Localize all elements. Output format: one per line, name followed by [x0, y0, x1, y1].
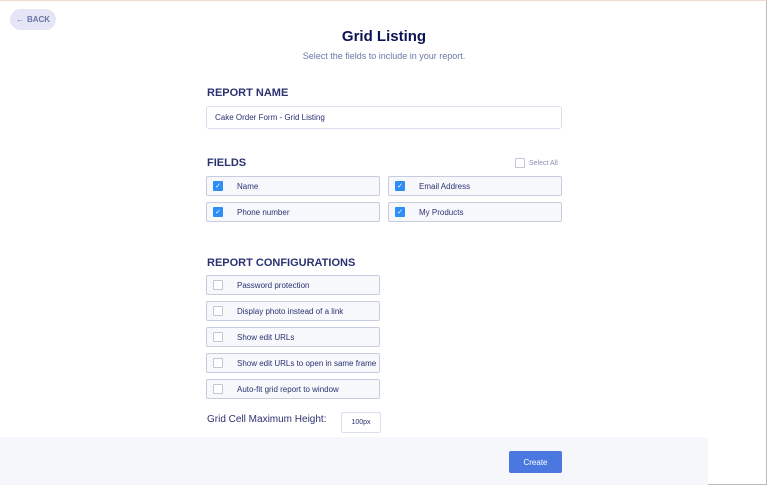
grid-cell-height-input[interactable]: 100px: [341, 412, 381, 433]
select-all-checkbox[interactable]: Select All: [515, 158, 558, 168]
field-name[interactable]: ✓Name: [206, 176, 380, 196]
checkbox-icon: [515, 158, 525, 168]
report-configurations-heading: REPORT CONFIGURATIONS: [207, 257, 355, 269]
check-icon: ✓: [395, 207, 405, 217]
config-show-edit-urls[interactable]: Show edit URLs: [206, 327, 380, 347]
config-edit-urls-same-frame[interactable]: Show edit URLs to open in same frame: [206, 353, 380, 373]
config-display-photo[interactable]: Display photo instead of a link: [206, 301, 380, 321]
field-phone-number[interactable]: ✓Phone number: [206, 202, 380, 222]
grid-cell-height-label: Grid Cell Maximum Height:: [207, 414, 326, 425]
checkbox-icon: [213, 358, 223, 368]
back-button[interactable]: ←BACK: [10, 9, 56, 30]
fields-heading: FIELDS: [207, 157, 246, 169]
page-title: Grid Listing: [0, 28, 768, 45]
checkbox-icon: [213, 384, 223, 394]
check-icon: ✓: [213, 181, 223, 191]
field-my-products[interactable]: ✓My Products: [388, 202, 562, 222]
check-icon: ✓: [395, 181, 405, 191]
footer-bar: [0, 437, 708, 485]
field-email-address[interactable]: ✓Email Address: [388, 176, 562, 196]
check-icon: ✓: [213, 207, 223, 217]
arrow-left-icon: ←: [16, 15, 24, 24]
page-subtitle: Select the fields to include in your rep…: [0, 51, 768, 61]
config-auto-fit[interactable]: Auto-fit grid report to window: [206, 379, 380, 399]
report-name-heading: REPORT NAME: [207, 87, 288, 99]
checkbox-icon: [213, 306, 223, 316]
checkbox-icon: [213, 332, 223, 342]
report-name-input[interactable]: Cake Order Form - Grid Listing: [206, 106, 562, 129]
checkbox-icon: [213, 280, 223, 290]
window-frame: [0, 0, 767, 485]
config-password-protection[interactable]: Password protection: [206, 275, 380, 295]
create-button[interactable]: Create: [509, 451, 562, 473]
